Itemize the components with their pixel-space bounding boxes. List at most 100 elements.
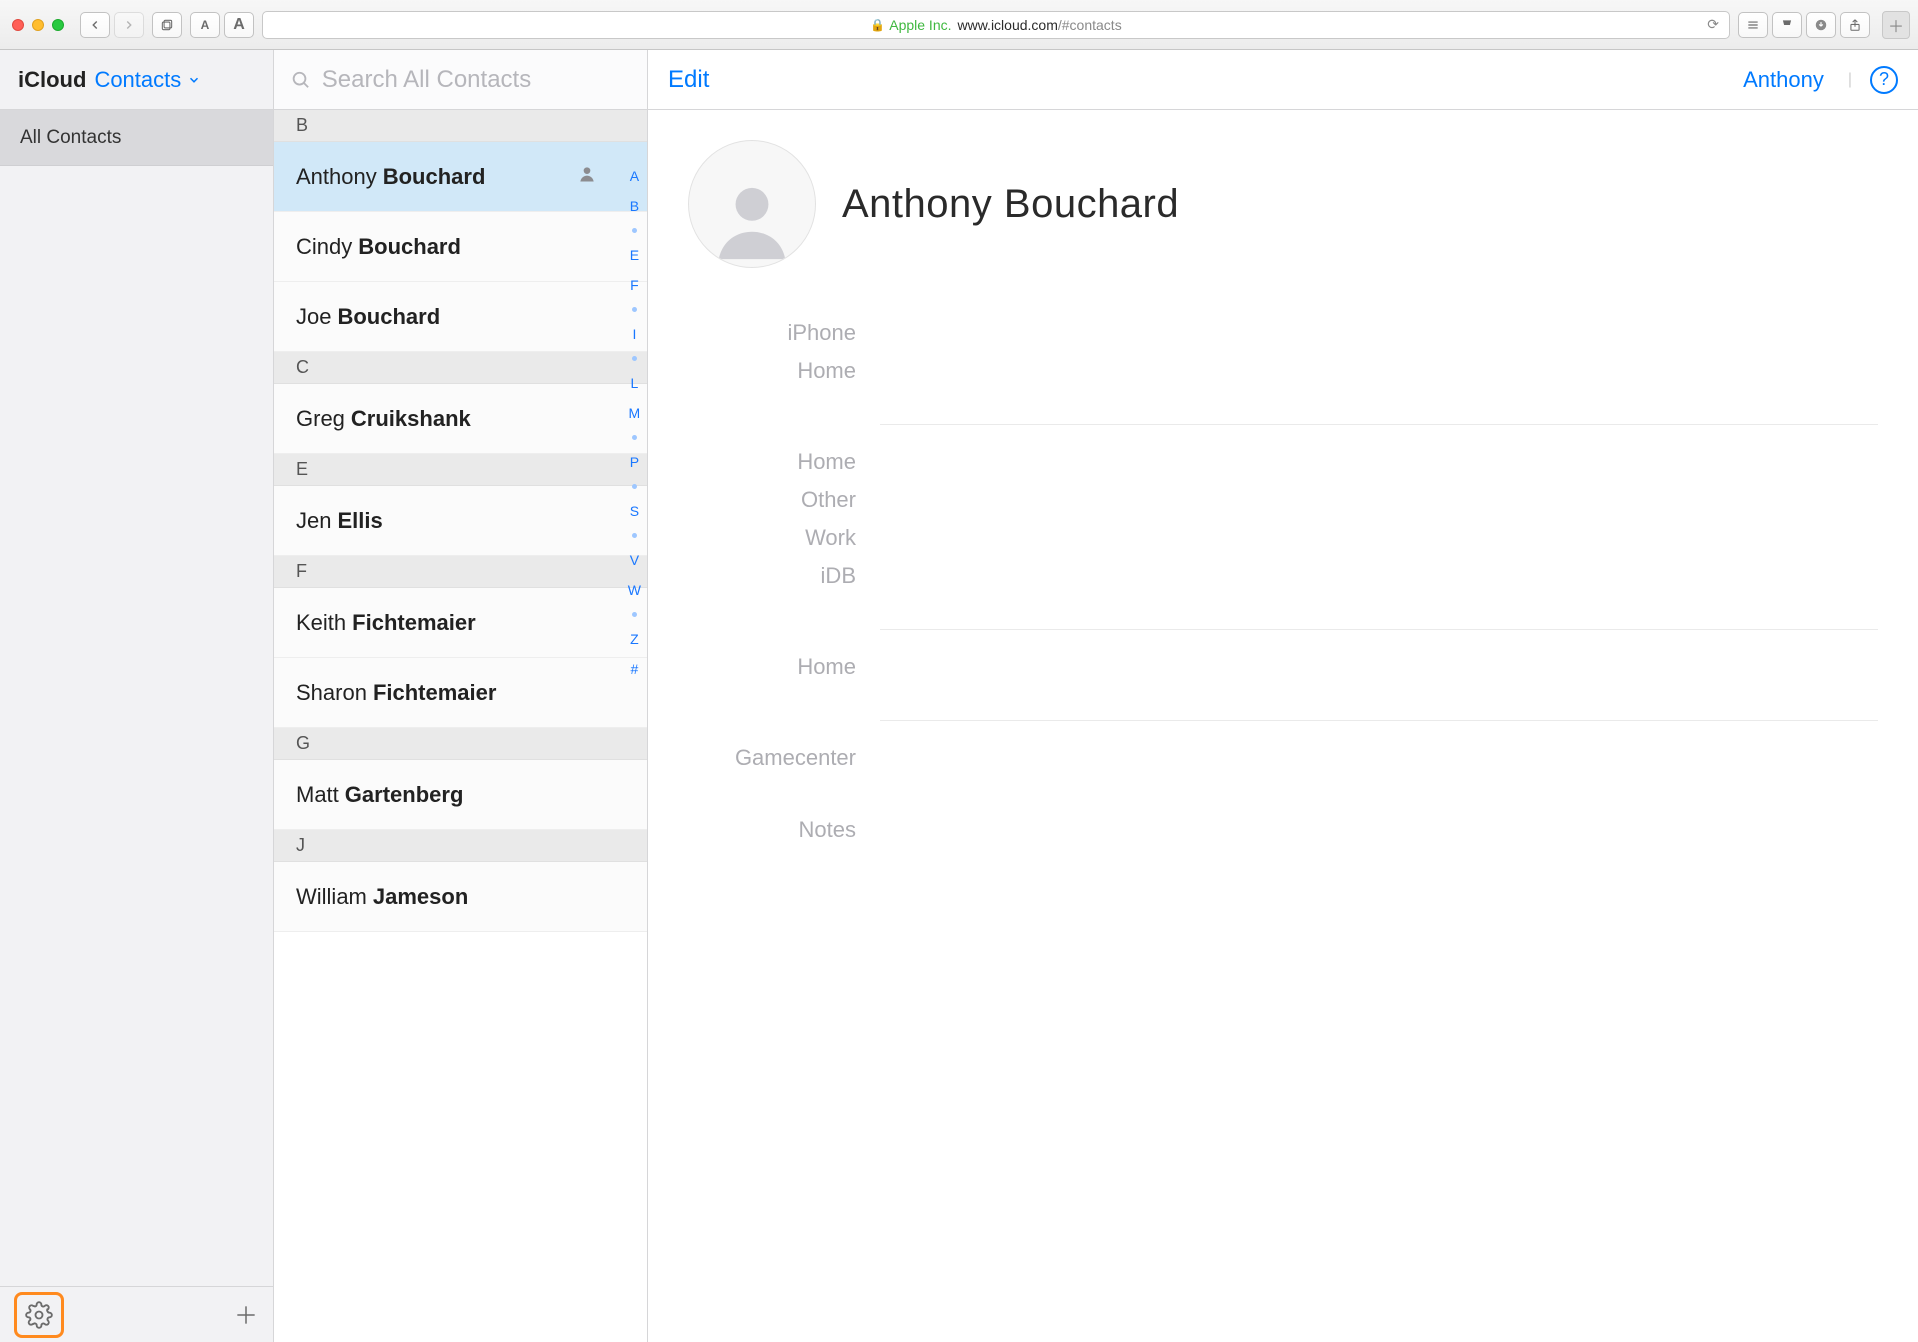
contact-first-name: Greg	[296, 406, 345, 432]
contact-full-name: Anthony Bouchard	[842, 182, 1179, 227]
account-menu[interactable]: Anthony	[1743, 67, 1830, 93]
contact-row[interactable]: GregCruikshank	[274, 384, 647, 454]
gear-button-highlight	[14, 1292, 64, 1338]
phone-row: iPhone	[688, 314, 1878, 352]
email-value[interactable]	[880, 487, 1878, 507]
tabs-button[interactable]	[152, 12, 182, 38]
contact-row[interactable]: MattGartenberg	[274, 760, 647, 830]
alpha-index-dot[interactable]	[632, 307, 637, 312]
phone-value[interactable]	[880, 320, 1878, 340]
account-name: Anthony	[1743, 67, 1824, 93]
contact-first-name: Anthony	[296, 164, 377, 190]
contact-last-name: Gartenberg	[345, 782, 464, 808]
alpha-index-letter[interactable]: E	[630, 247, 639, 263]
contact-last-name: Fichtemaier	[352, 610, 476, 636]
emails-group: HomeOtherWorkiDB	[688, 443, 1878, 595]
contact-row[interactable]: SharonFichtemaier	[274, 658, 647, 728]
avatar[interactable]	[688, 140, 816, 268]
email-row: Work	[688, 519, 1878, 557]
address-label: Home	[688, 654, 856, 680]
alpha-index-letter[interactable]: #	[630, 661, 638, 677]
contact-row[interactable]: JenEllis	[274, 486, 647, 556]
extension-button-2[interactable]	[1772, 12, 1802, 38]
contact-row[interactable]: KeithFichtemaier	[274, 588, 647, 658]
share-button[interactable]	[1840, 12, 1870, 38]
alpha-index-letter[interactable]: Z	[630, 631, 639, 647]
email-value[interactable]	[880, 525, 1878, 545]
email-value[interactable]	[880, 449, 1878, 469]
alpha-index-letter[interactable]: F	[630, 277, 639, 293]
reload-icon[interactable]: ⟳	[1707, 16, 1719, 33]
new-tab-button[interactable]: ＋	[1882, 11, 1910, 39]
edit-button[interactable]: Edit	[668, 66, 709, 94]
alpha-index[interactable]: AB EF I LM P S VW Z #	[628, 142, 641, 1342]
contact-first-name: William	[296, 884, 367, 910]
email-label: Home	[688, 449, 856, 475]
extension-button-1[interactable]	[1738, 12, 1768, 38]
address-company: Apple Inc.	[889, 17, 951, 33]
alpha-index-letter[interactable]: W	[628, 582, 641, 598]
detail-body: Anthony Bouchard iPhone Home HomeOtherWor…	[648, 110, 1918, 1342]
alpha-index-letter[interactable]: S	[630, 503, 639, 519]
window-minimize-button[interactable]	[32, 19, 44, 31]
sidebar-item-all-contacts[interactable]: All Contacts	[0, 110, 273, 166]
contact-row[interactable]: JoeBouchard	[274, 282, 647, 352]
contact-last-name: Bouchard	[337, 304, 440, 330]
window-zoom-button[interactable]	[52, 19, 64, 31]
alpha-index-letter[interactable]: A	[630, 168, 639, 184]
window-controls	[8, 19, 72, 31]
back-button[interactable]	[80, 12, 110, 38]
plus-icon	[233, 1302, 259, 1328]
window-close-button[interactable]	[12, 19, 24, 31]
profile-value[interactable]	[880, 745, 1878, 765]
contact-detail-panel: Edit Anthony | ? Anthony Bouchard iPhone…	[648, 50, 1918, 1342]
alpha-index-letter[interactable]: I	[632, 326, 636, 342]
profile-label: Gamecenter	[688, 745, 856, 771]
contact-first-name: Cindy	[296, 234, 352, 260]
notes-label: Notes	[688, 817, 856, 843]
text-smaller-button[interactable]: A	[190, 12, 220, 38]
alpha-index-letter[interactable]: P	[630, 454, 639, 470]
contact-last-name: Bouchard	[383, 164, 486, 190]
app-switcher[interactable]: Contacts	[94, 67, 201, 93]
contact-first-name: Matt	[296, 782, 339, 808]
address-bar[interactable]: 🔒 Apple Inc. www.icloud.com /#contacts ⟳	[262, 11, 1730, 39]
search-bar	[274, 50, 647, 110]
alpha-index-letter[interactable]: L	[630, 375, 638, 391]
alpha-index-dot[interactable]	[632, 612, 637, 617]
alpha-index-dot[interactable]	[632, 533, 637, 538]
search-icon	[290, 68, 312, 92]
detail-header: Edit Anthony | ?	[648, 50, 1918, 110]
chevron-down-icon	[187, 73, 201, 87]
phone-value[interactable]	[880, 358, 1878, 378]
search-input[interactable]	[322, 66, 631, 94]
alpha-index-letter[interactable]: M	[629, 405, 641, 421]
address-value[interactable]	[880, 654, 1878, 674]
add-contact-button[interactable]	[233, 1302, 259, 1328]
alpha-index-dot[interactable]	[632, 228, 637, 233]
contact-row[interactable]: CindyBouchard	[274, 212, 647, 282]
phones-group: iPhone Home	[688, 314, 1878, 390]
icloud-contacts-app: iCloud Contacts All Contacts	[0, 50, 1918, 1342]
contact-row[interactable]: WilliamJameson	[274, 862, 647, 932]
text-larger-button[interactable]: A	[224, 12, 254, 38]
email-row: Home	[688, 443, 1878, 481]
alpha-index-letter[interactable]: V	[630, 552, 639, 568]
sidebar: iCloud Contacts All Contacts	[0, 50, 274, 1342]
contact-list[interactable]: BAnthonyBouchardCindyBouchardJoeBouchard…	[274, 110, 647, 1342]
email-value[interactable]	[880, 563, 1878, 583]
alpha-index-letter[interactable]: B	[630, 198, 639, 214]
help-button[interactable]: ?	[1870, 66, 1898, 94]
settings-button[interactable]	[25, 1301, 53, 1329]
notes-row: Notes	[688, 811, 1878, 849]
phone-label: Home	[688, 358, 856, 384]
alpha-index-dot[interactable]	[632, 356, 637, 361]
downloads-button[interactable]	[1806, 12, 1836, 38]
section-header: E	[274, 454, 647, 486]
alpha-index-dot[interactable]	[632, 435, 637, 440]
contact-row[interactable]: AnthonyBouchard	[274, 142, 647, 212]
alpha-index-dot[interactable]	[632, 484, 637, 489]
phone-label: iPhone	[688, 320, 856, 346]
forward-button[interactable]	[114, 12, 144, 38]
notes-value[interactable]	[880, 817, 1878, 837]
